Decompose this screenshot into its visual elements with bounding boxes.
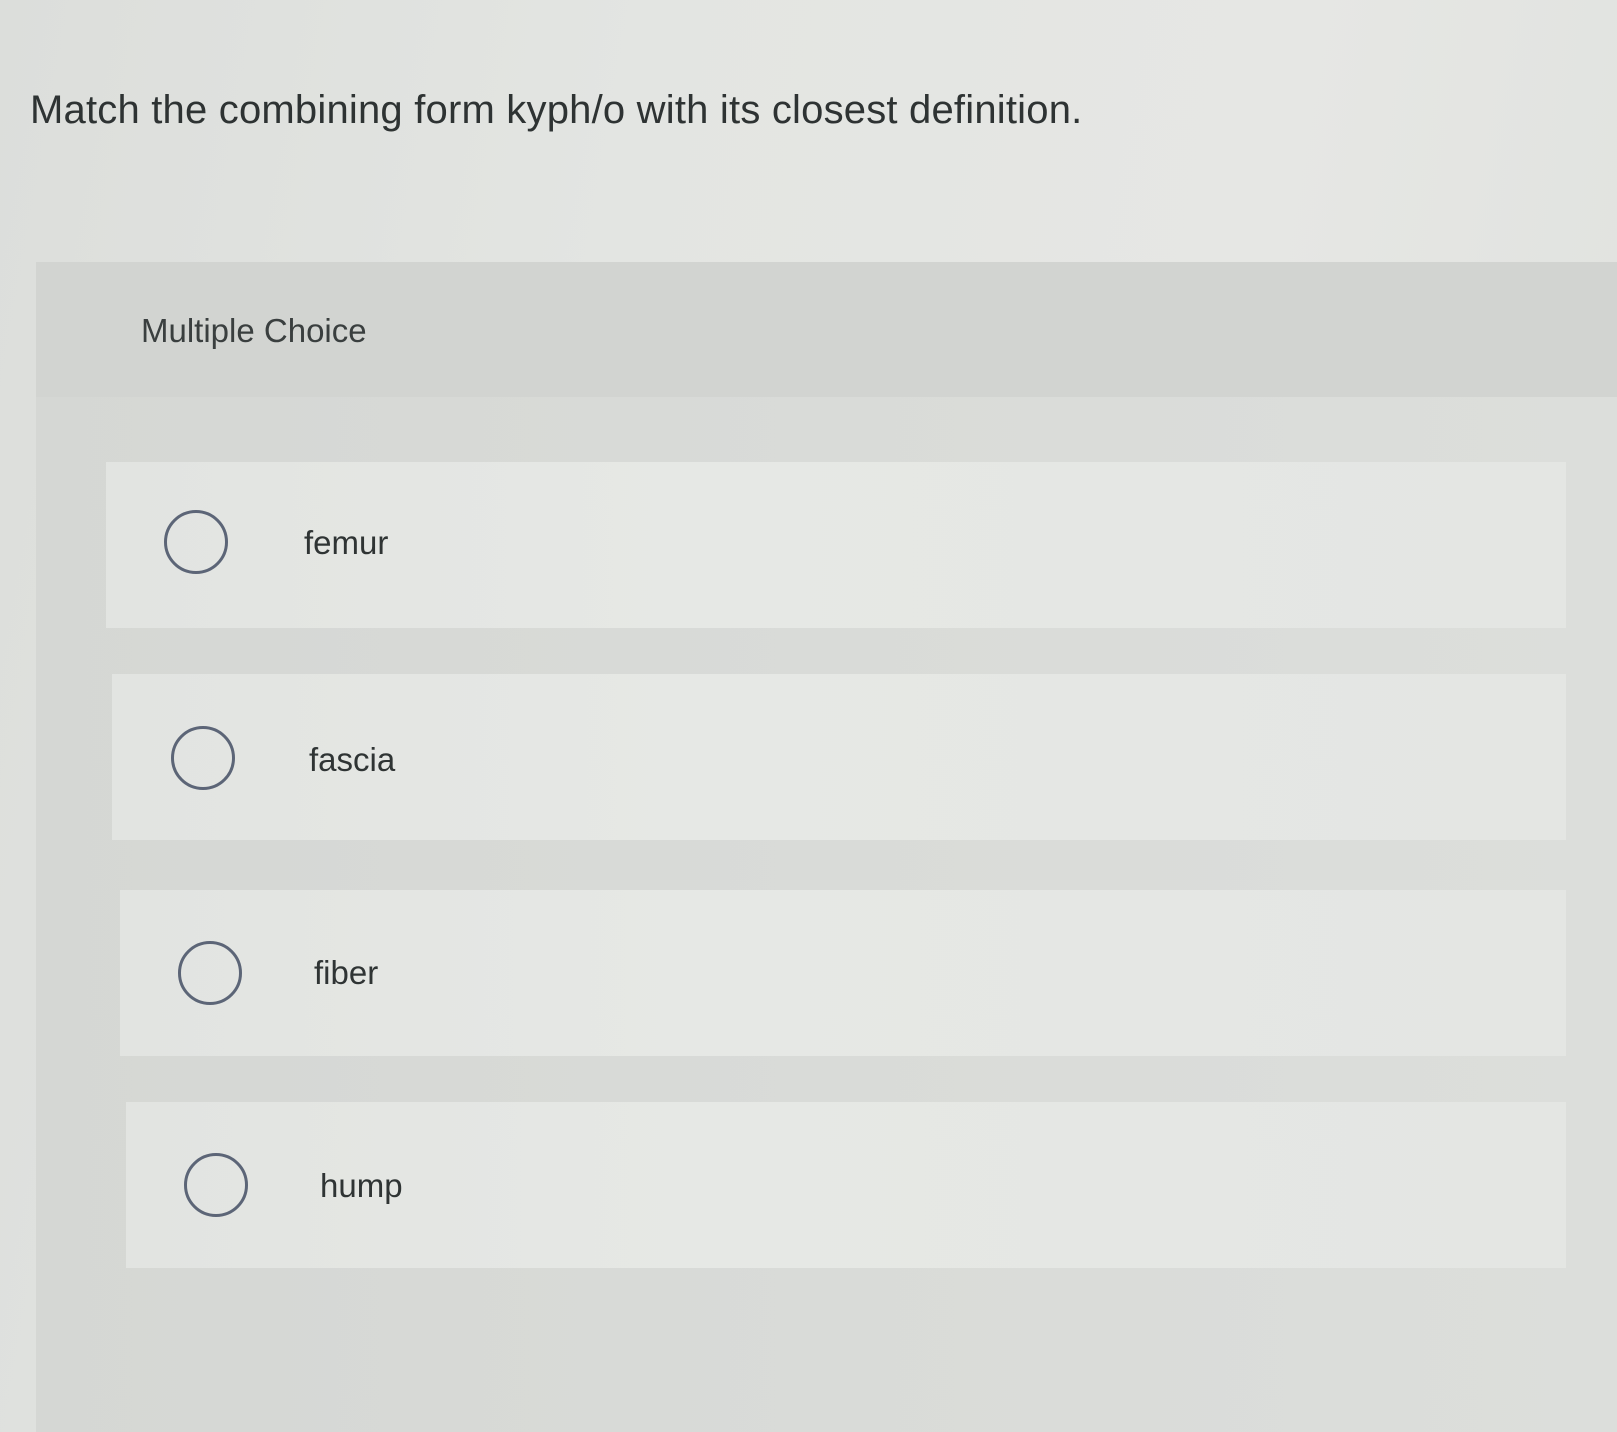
choice-option-fascia[interactable]: fascia [112, 674, 1566, 840]
multiple-choice-panel: Multiple Choice femur fascia fiber hump [36, 262, 1617, 1432]
choice-option-fiber[interactable]: fiber [120, 890, 1566, 1056]
choice-label: fascia [309, 741, 396, 778]
choice-label: fiber [314, 954, 379, 991]
question-text: Match the combining form kyph/o with its… [30, 88, 1083, 132]
choice-label: hump [320, 1167, 403, 1204]
choice-label: femur [304, 524, 389, 561]
choice-option-femur[interactable]: femur [106, 462, 1566, 628]
multiple-choice-header: Multiple Choice [36, 262, 1617, 397]
radio-button[interactable] [184, 1153, 248, 1217]
radio-button[interactable] [164, 510, 228, 574]
radio-button[interactable] [178, 941, 242, 1005]
choice-option-hump[interactable]: hump [126, 1102, 1566, 1268]
radio-button[interactable] [171, 726, 235, 790]
multiple-choice-label: Multiple Choice [141, 312, 367, 349]
